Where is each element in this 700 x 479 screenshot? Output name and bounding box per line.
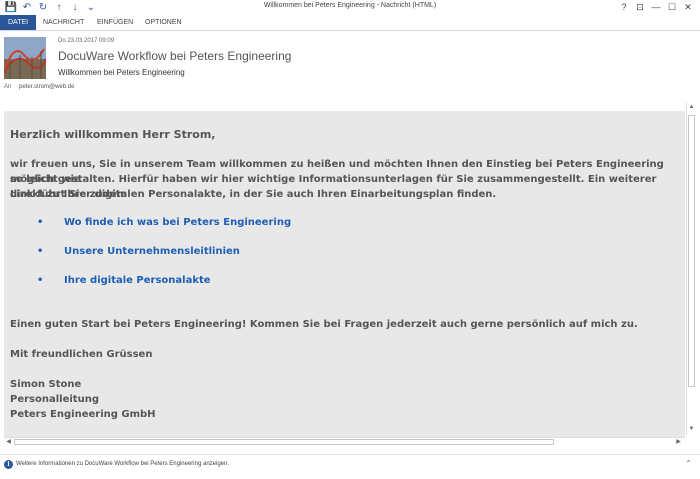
vertical-scrollbar[interactable]: ▲ ▼ [686, 103, 696, 435]
recipient-address[interactable]: peter.strom@web.de [19, 84, 74, 90]
message-subject: Willkommen bei Peters Engineering [58, 68, 185, 77]
horizontal-scroll-thumb[interactable] [14, 439, 554, 445]
bullet-icon: • [37, 246, 44, 257]
regards: Mit freundlichen Grüssen [10, 349, 153, 360]
closing-text: Einen guten Start bei Peters Engineering… [10, 319, 638, 330]
minimize-icon[interactable]: — [648, 0, 664, 15]
signature-name: Simon Stone [10, 379, 82, 390]
info-icon: i [4, 460, 13, 469]
signature-role: Personalleitung [10, 394, 99, 405]
scroll-up-icon[interactable]: ▲ [687, 103, 696, 112]
message-body-viewport: Herzlich willkommen Herr Strom, wir freu… [4, 103, 696, 445]
link-unternehmensleitlinien[interactable]: Unsere Unternehmensleitlinien [64, 246, 240, 257]
sender-name[interactable]: DocuWare Workflow bei Peters Engineering [58, 49, 291, 63]
scroll-right-icon[interactable]: ▶ [674, 438, 683, 446]
intro-line-3: direkt zu Ihrer digitalen Personalakte, … [10, 189, 497, 200]
window-controls: ? ⊡ — ☐ ✕ [616, 0, 696, 15]
signature-company: Peters Engineering GmbH [10, 409, 156, 420]
sender-photo-image [4, 37, 46, 79]
tab-optionen[interactable]: OPTIONEN [145, 15, 182, 30]
link-wo-finde-ich-was[interactable]: Wo finde ich was bei Peters Engineering [64, 217, 291, 228]
close-icon[interactable]: ✕ [680, 0, 696, 15]
title-bar: 💾 ↶ ↻ ↑ ↓ ⌄ Willkommen bei Peters Engine… [0, 0, 700, 15]
link-digitale-personalakte[interactable]: Ihre digitale Personalakte [64, 275, 211, 286]
scroll-down-icon[interactable]: ▼ [687, 425, 696, 434]
people-pane-infobar[interactable]: i Weitere Informationen zu DocuWare Work… [0, 454, 700, 474]
infobar-text[interactable]: Weitere Informationen zu DocuWare Workfl… [16, 461, 229, 467]
message-header: Do 23.03.2017 09:09 DocuWare Workflow be… [0, 32, 700, 102]
vertical-scroll-thumb[interactable] [688, 115, 695, 387]
horizontal-scrollbar[interactable]: ◀ ▶ [4, 437, 685, 445]
message-date: Do 23.03.2017 09:09 [58, 38, 115, 44]
tab-einfuegen[interactable]: EINFÜGEN [97, 15, 133, 30]
tab-nachricht[interactable]: NACHRICHT [43, 15, 84, 30]
window-title: Willkommen bei Peters Engineering - Nach… [263, 2, 437, 9]
chevron-up-icon[interactable]: ⌃ [685, 459, 692, 468]
to-label: An [4, 84, 12, 90]
scroll-left-icon[interactable]: ◀ [4, 438, 13, 446]
greeting: Herzlich willkommen Herr Strom, [10, 128, 216, 141]
tab-datei[interactable]: DATEI [0, 15, 37, 30]
help-icon[interactable]: ? [616, 0, 632, 15]
ribbon-display-icon[interactable]: ⊡ [632, 0, 648, 15]
bullet-icon: • [37, 217, 44, 228]
message-body: Herzlich willkommen Herr Strom, wir freu… [4, 111, 685, 437]
bullet-icon: • [37, 275, 44, 286]
maximize-icon[interactable]: ☐ [664, 0, 680, 15]
ribbon-tabs: DATEI NACHRICHT EINFÜGEN OPTIONEN [0, 15, 700, 31]
sender-photo [4, 37, 46, 79]
